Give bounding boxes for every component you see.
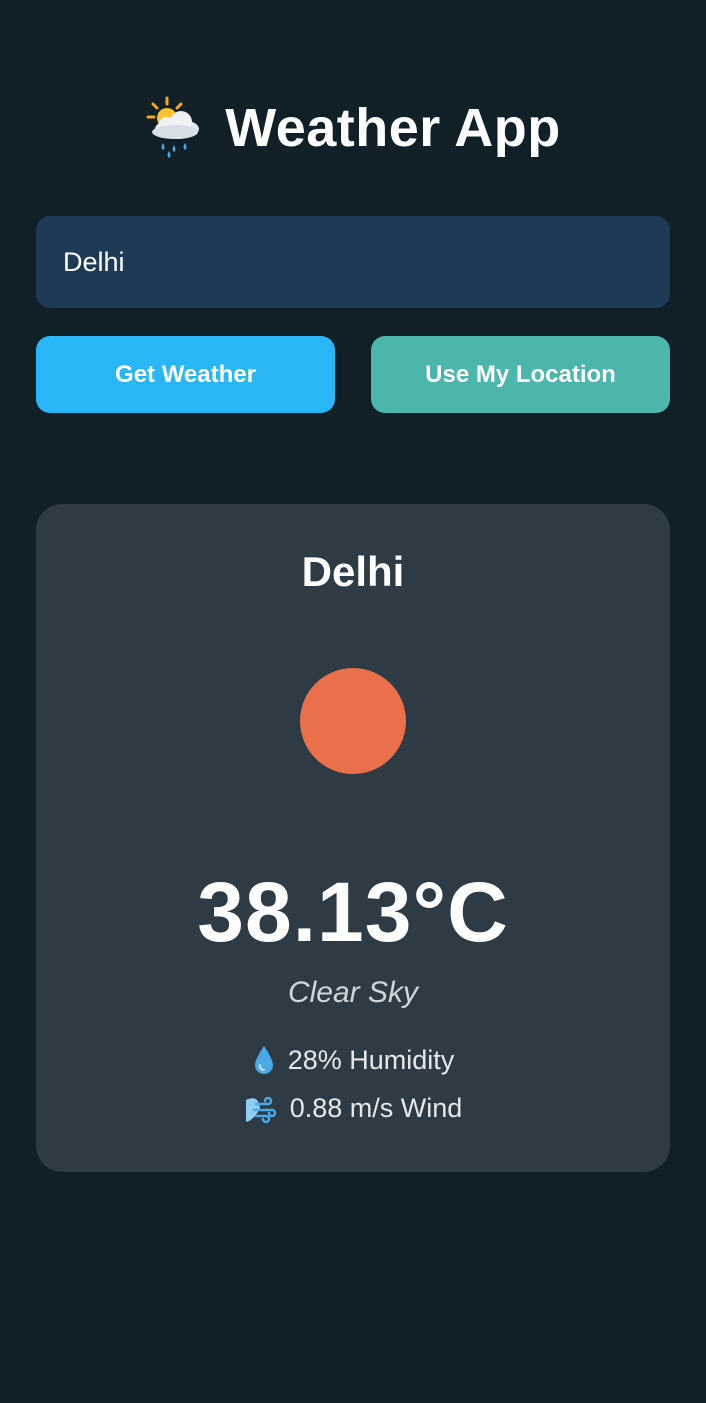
use-my-location-button[interactable]: Use My Location (371, 336, 670, 413)
app-title: Weather App (225, 98, 561, 158)
sun-behind-rain-cloud-icon (145, 95, 203, 161)
wind-text: 0.88 m/s Wind (289, 1092, 463, 1123)
weather-description: Clear Sky (287, 976, 419, 1009)
temperature: 38.13°C (197, 865, 509, 959)
weather-card: Delhi 38.13°C Clear Sky 28% Humidity 0.8… (36, 504, 670, 1172)
sun-icon (300, 668, 406, 774)
get-weather-button[interactable]: Get Weather (36, 336, 335, 413)
wind-icon (244, 1092, 278, 1124)
city-search-input[interactable] (36, 216, 670, 308)
app-header: Weather App (0, 92, 706, 164)
humidity-row: 28% Humidity (36, 1044, 670, 1076)
humidity-text: 28% Humidity (287, 1044, 455, 1075)
city-name: Delhi (301, 548, 405, 595)
droplet-icon (252, 1044, 276, 1076)
wind-row: 0.88 m/s Wind (36, 1092, 670, 1124)
